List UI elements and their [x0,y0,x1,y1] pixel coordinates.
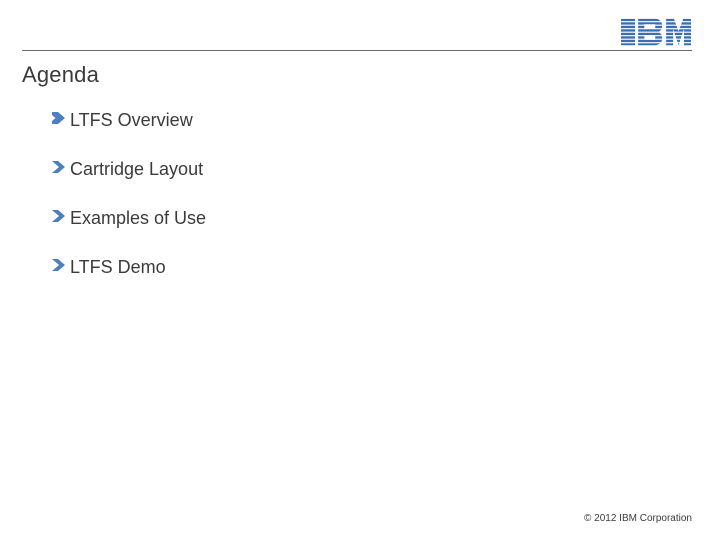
agenda-list: LTFS Overview Cartridge Layout Examples … [50,110,206,278]
header-divider [22,50,692,51]
arrow-right-icon [50,110,66,131]
agenda-item: LTFS Overview [50,110,206,131]
agenda-item: Examples of Use [50,208,206,229]
agenda-item-label: Cartridge Layout [70,159,203,180]
agenda-item-label: LTFS Demo [70,257,166,278]
agenda-item: Cartridge Layout [50,159,206,180]
footer-copyright: © 2012 IBM Corporation [584,513,692,524]
arrow-right-icon [50,159,66,180]
slide-title: Agenda [22,62,99,88]
agenda-item-label: LTFS Overview [70,110,193,131]
ibm-logo [620,18,692,46]
arrow-right-icon [50,257,66,278]
agenda-item-label: Examples of Use [70,208,206,229]
agenda-item: LTFS Demo [50,257,206,278]
arrow-right-icon [50,208,66,229]
